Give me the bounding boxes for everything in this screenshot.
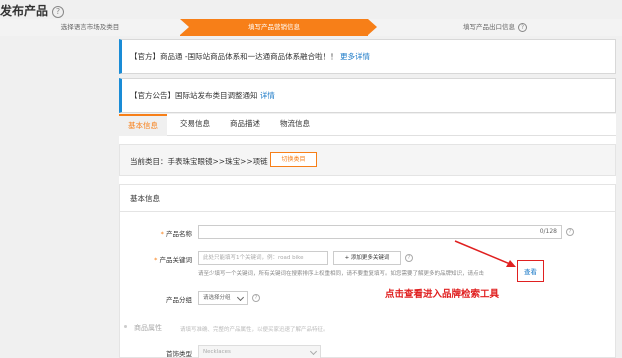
- notice-banner: 【官方】商品通 -国际站商品体系和一达通商品体系融合啦！！ 更多详情: [119, 39, 616, 74]
- notice-link[interactable]: 详情: [260, 91, 275, 100]
- section-title: 基本信息: [130, 194, 160, 203]
- notice-text: 【官方公告】国际站发布类目调整通知: [130, 91, 258, 100]
- product-name-label-text: 产品名称: [166, 230, 192, 238]
- annotation-text: 点击查看进入品牌检索工具: [385, 289, 500, 300]
- keywords-label-text: 产品关键词: [159, 256, 193, 264]
- tab-product-description[interactable]: 商品描述: [221, 114, 269, 136]
- help-icon[interactable]: ?: [518, 23, 527, 32]
- help-icon[interactable]: ?: [566, 228, 574, 236]
- help-icon[interactable]: ?: [405, 254, 413, 262]
- attributes-title: 商品属性: [134, 324, 162, 332]
- product-name-label: * 产品名称: [132, 228, 192, 238]
- step-marketing-info: 填写产品营销信息: [180, 19, 377, 36]
- step-export-info: 填写产品出口信息?: [368, 19, 622, 36]
- bullet-dot: [124, 325, 127, 328]
- current-category: 当前类目：手表珠宝眼镜>>珠宝>>项链: [130, 157, 268, 166]
- jewelry-type-select[interactable]: Necklaces: [198, 345, 321, 358]
- step-select-category: 选择语言市场及类目: [60, 23, 120, 31]
- divider: [120, 211, 615, 212]
- main-panel: 基本信息 交易信息 商品描述 物流信息 当前类目：手表珠宝眼镜>>珠宝>>项链 …: [119, 114, 616, 358]
- tab-bar: 基本信息 交易信息 商品描述 物流信息: [119, 114, 616, 136]
- keywords-label: * 产品关键词: [132, 254, 192, 264]
- step-export-info-label: 填写产品出口信息: [463, 23, 515, 31]
- step-progress-bar: 选择语言市场及类目 填写产品营销信息 填写产品出口信息?: [0, 19, 622, 36]
- help-icon[interactable]: ?: [252, 294, 260, 302]
- jewelry-type-label: 首饰类型: [166, 350, 192, 358]
- keyword-input[interactable]: 此处只能填写1个关键词，例：road bike: [198, 251, 328, 265]
- step-marketing-info-label: 填写产品营销信息: [248, 23, 300, 31]
- tab-trade-info[interactable]: 交易信息: [171, 114, 219, 136]
- tab-logistics-info[interactable]: 物流信息: [271, 114, 319, 136]
- attributes-hint: 请填写准确、完整的产品属性，以便买家迅速了解产品特征。: [180, 327, 329, 333]
- char-count: 0/128: [539, 228, 557, 235]
- add-more-keywords-button[interactable]: + 添加更多关键词: [333, 251, 401, 265]
- notice-link[interactable]: 更多详情: [340, 52, 370, 61]
- category-box: 当前类目：手表珠宝眼镜>>珠宝>>项链 切换类目: [119, 144, 616, 176]
- notice-banner: 【官方公告】国际站发布类目调整通知 详情: [119, 78, 616, 113]
- page-title-text: 发布产品: [0, 4, 49, 18]
- notice-text: 【官方】商品通 -国际站商品体系和一达通商品体系融合啦！！: [130, 52, 338, 61]
- basic-info-section: 基本信息 * 产品名称 0/128 ? * 产品关键词 此处只能填写1个关键词，…: [119, 184, 616, 358]
- product-group-select[interactable]: 请选择分组: [198, 291, 248, 305]
- group-label: 产品分组: [166, 296, 192, 304]
- switch-category-button[interactable]: 切换类目: [270, 152, 317, 167]
- keyword-hint: 请至少填写一个关键词，所有关键词在搜索排序上权重相同，请不要重复填写。如您需要了…: [198, 271, 485, 277]
- view-brand-link[interactable]: 查看: [524, 266, 537, 276]
- help-icon[interactable]: ?: [52, 6, 65, 18]
- tab-basic-info[interactable]: 基本信息: [119, 114, 167, 136]
- page-title: 发布产品?: [0, 2, 65, 19]
- product-name-input[interactable]: 0/128: [198, 225, 562, 239]
